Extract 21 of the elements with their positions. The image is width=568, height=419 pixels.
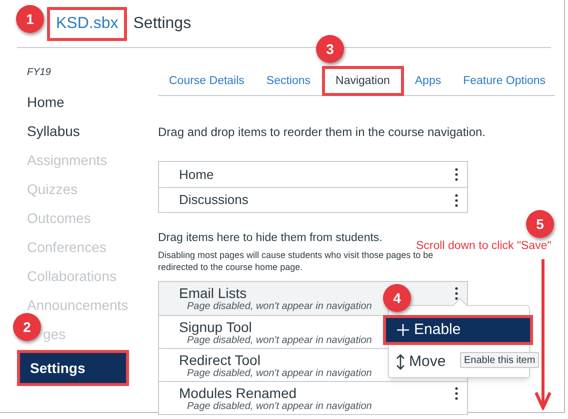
nav-item-status: Page disabled, won't appear in navigation [186,301,372,314]
step-badge: 1 [16,5,44,33]
term-label: FY19 [26,66,52,80]
nav-item-status: Page disabled, won't appear in navigation [186,401,372,414]
nav-item-label: Discussions [179,191,248,210]
page-title: Settings [133,14,192,34]
nav-item-label: Home [179,166,214,184]
step-badge: 5 [526,210,554,238]
callout-text: Scroll down to click "Save" [416,240,552,252]
nav-item-label: Email Lists [179,285,248,302]
nav-item-label: Signup Tool [179,319,253,336]
nav-item-status: Page disabled, won't appear in navigation [186,368,372,380]
hidden-note: Disabling most pages will cause students who visit those pages to be redirected to the course home page. [158,250,434,274]
tooltip: Enable this item [460,352,540,368]
step-badge: 3 [316,35,344,63]
step-badge: 2 [13,313,41,341]
nav-item-label: Redirect Tool [179,352,262,368]
hidden-heading: Drag items here to hide them from students. [158,231,382,246]
nav-item-status: Page disabled, won't appear in navigation [186,335,372,348]
instructions-text: Drag and drop items to reorder them in the course navigation. [158,124,487,141]
nav-item-label: Modules Renamed [179,385,298,402]
